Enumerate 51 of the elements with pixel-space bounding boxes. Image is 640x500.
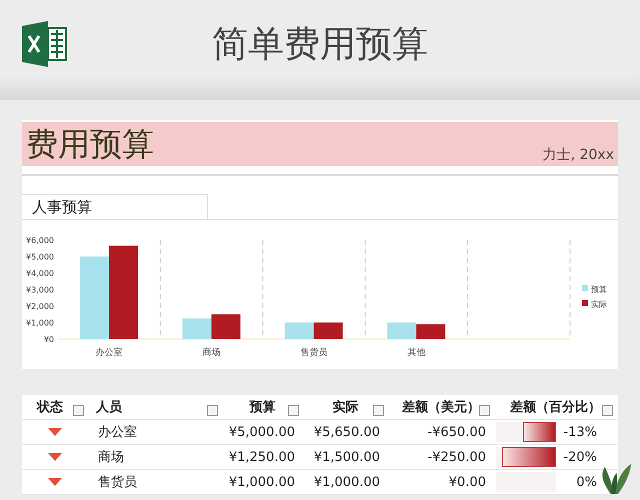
- table-cell: ¥1,000.00: [314, 474, 380, 490]
- category-label: 其他: [407, 348, 426, 358]
- table-cell: ¥5,650.00: [314, 424, 380, 440]
- bar: [314, 322, 343, 339]
- column-header: 状态: [37, 399, 63, 416]
- column-header: 实际: [332, 398, 358, 416]
- category-label: 商场: [202, 348, 221, 358]
- axis-label: ¥2,000: [26, 302, 54, 311]
- banner-title: 简单费用预算: [212, 22, 428, 66]
- sheet-subtitle: 力士, 20xx: [542, 146, 614, 165]
- table-cell: ¥0.00: [448, 474, 486, 490]
- bar: [182, 318, 212, 339]
- column-header: 差额（百分比）: [510, 398, 601, 416]
- table-cell: -20%: [563, 450, 597, 464]
- filter-dropdown[interactable]: [73, 405, 84, 416]
- table-cell-text: 商场: [98, 449, 124, 466]
- axis-label: ¥6,000: [26, 236, 54, 245]
- filter-dropdown[interactable]: [207, 405, 218, 416]
- table-cell: ¥1,250.00: [228, 450, 295, 464]
- table-cell: ¥1,000.00: [228, 474, 295, 490]
- section-tab[interactable]: 人事预算: [22, 194, 208, 219]
- sheet-title: 费用预算: [26, 124, 154, 165]
- filter-dropdown[interactable]: [602, 405, 613, 416]
- table-cell-text: 办公室: [98, 424, 137, 441]
- bar: [387, 322, 416, 339]
- table-cell: ¥5,000.00: [228, 424, 295, 440]
- filter-dropdown[interactable]: [373, 405, 384, 416]
- table-cell-text: 售货员: [98, 474, 137, 491]
- filter-dropdown[interactable]: [479, 405, 490, 416]
- table-cell: -13%: [563, 424, 597, 440]
- column-header: 人员: [96, 399, 122, 416]
- axis-label: ¥0: [44, 335, 54, 344]
- column-header: 预算: [250, 399, 276, 416]
- category-label: 售货员: [300, 348, 328, 358]
- legend-label: 实际: [591, 300, 607, 309]
- axis-label: ¥1,000: [26, 318, 54, 328]
- table-cell: -¥650.00: [428, 424, 486, 440]
- axis-label: ¥3,000: [26, 286, 54, 294]
- bar: [416, 324, 446, 339]
- category-label: 办公室: [96, 348, 123, 358]
- axis-label: ¥5,000: [26, 252, 54, 262]
- bar: [211, 314, 240, 339]
- table-cell: ¥1,500.00: [314, 450, 380, 464]
- excel-icon: [20, 20, 68, 68]
- bar: [284, 322, 314, 339]
- table-cell: -¥250.00: [428, 450, 486, 464]
- filter-dropdown[interactable]: [288, 405, 299, 416]
- axis-label: ¥4,000: [26, 269, 54, 278]
- column-header: 差额（美元）: [402, 398, 480, 416]
- legend-label: 预算: [591, 285, 607, 294]
- table-cell: 0%: [576, 474, 597, 490]
